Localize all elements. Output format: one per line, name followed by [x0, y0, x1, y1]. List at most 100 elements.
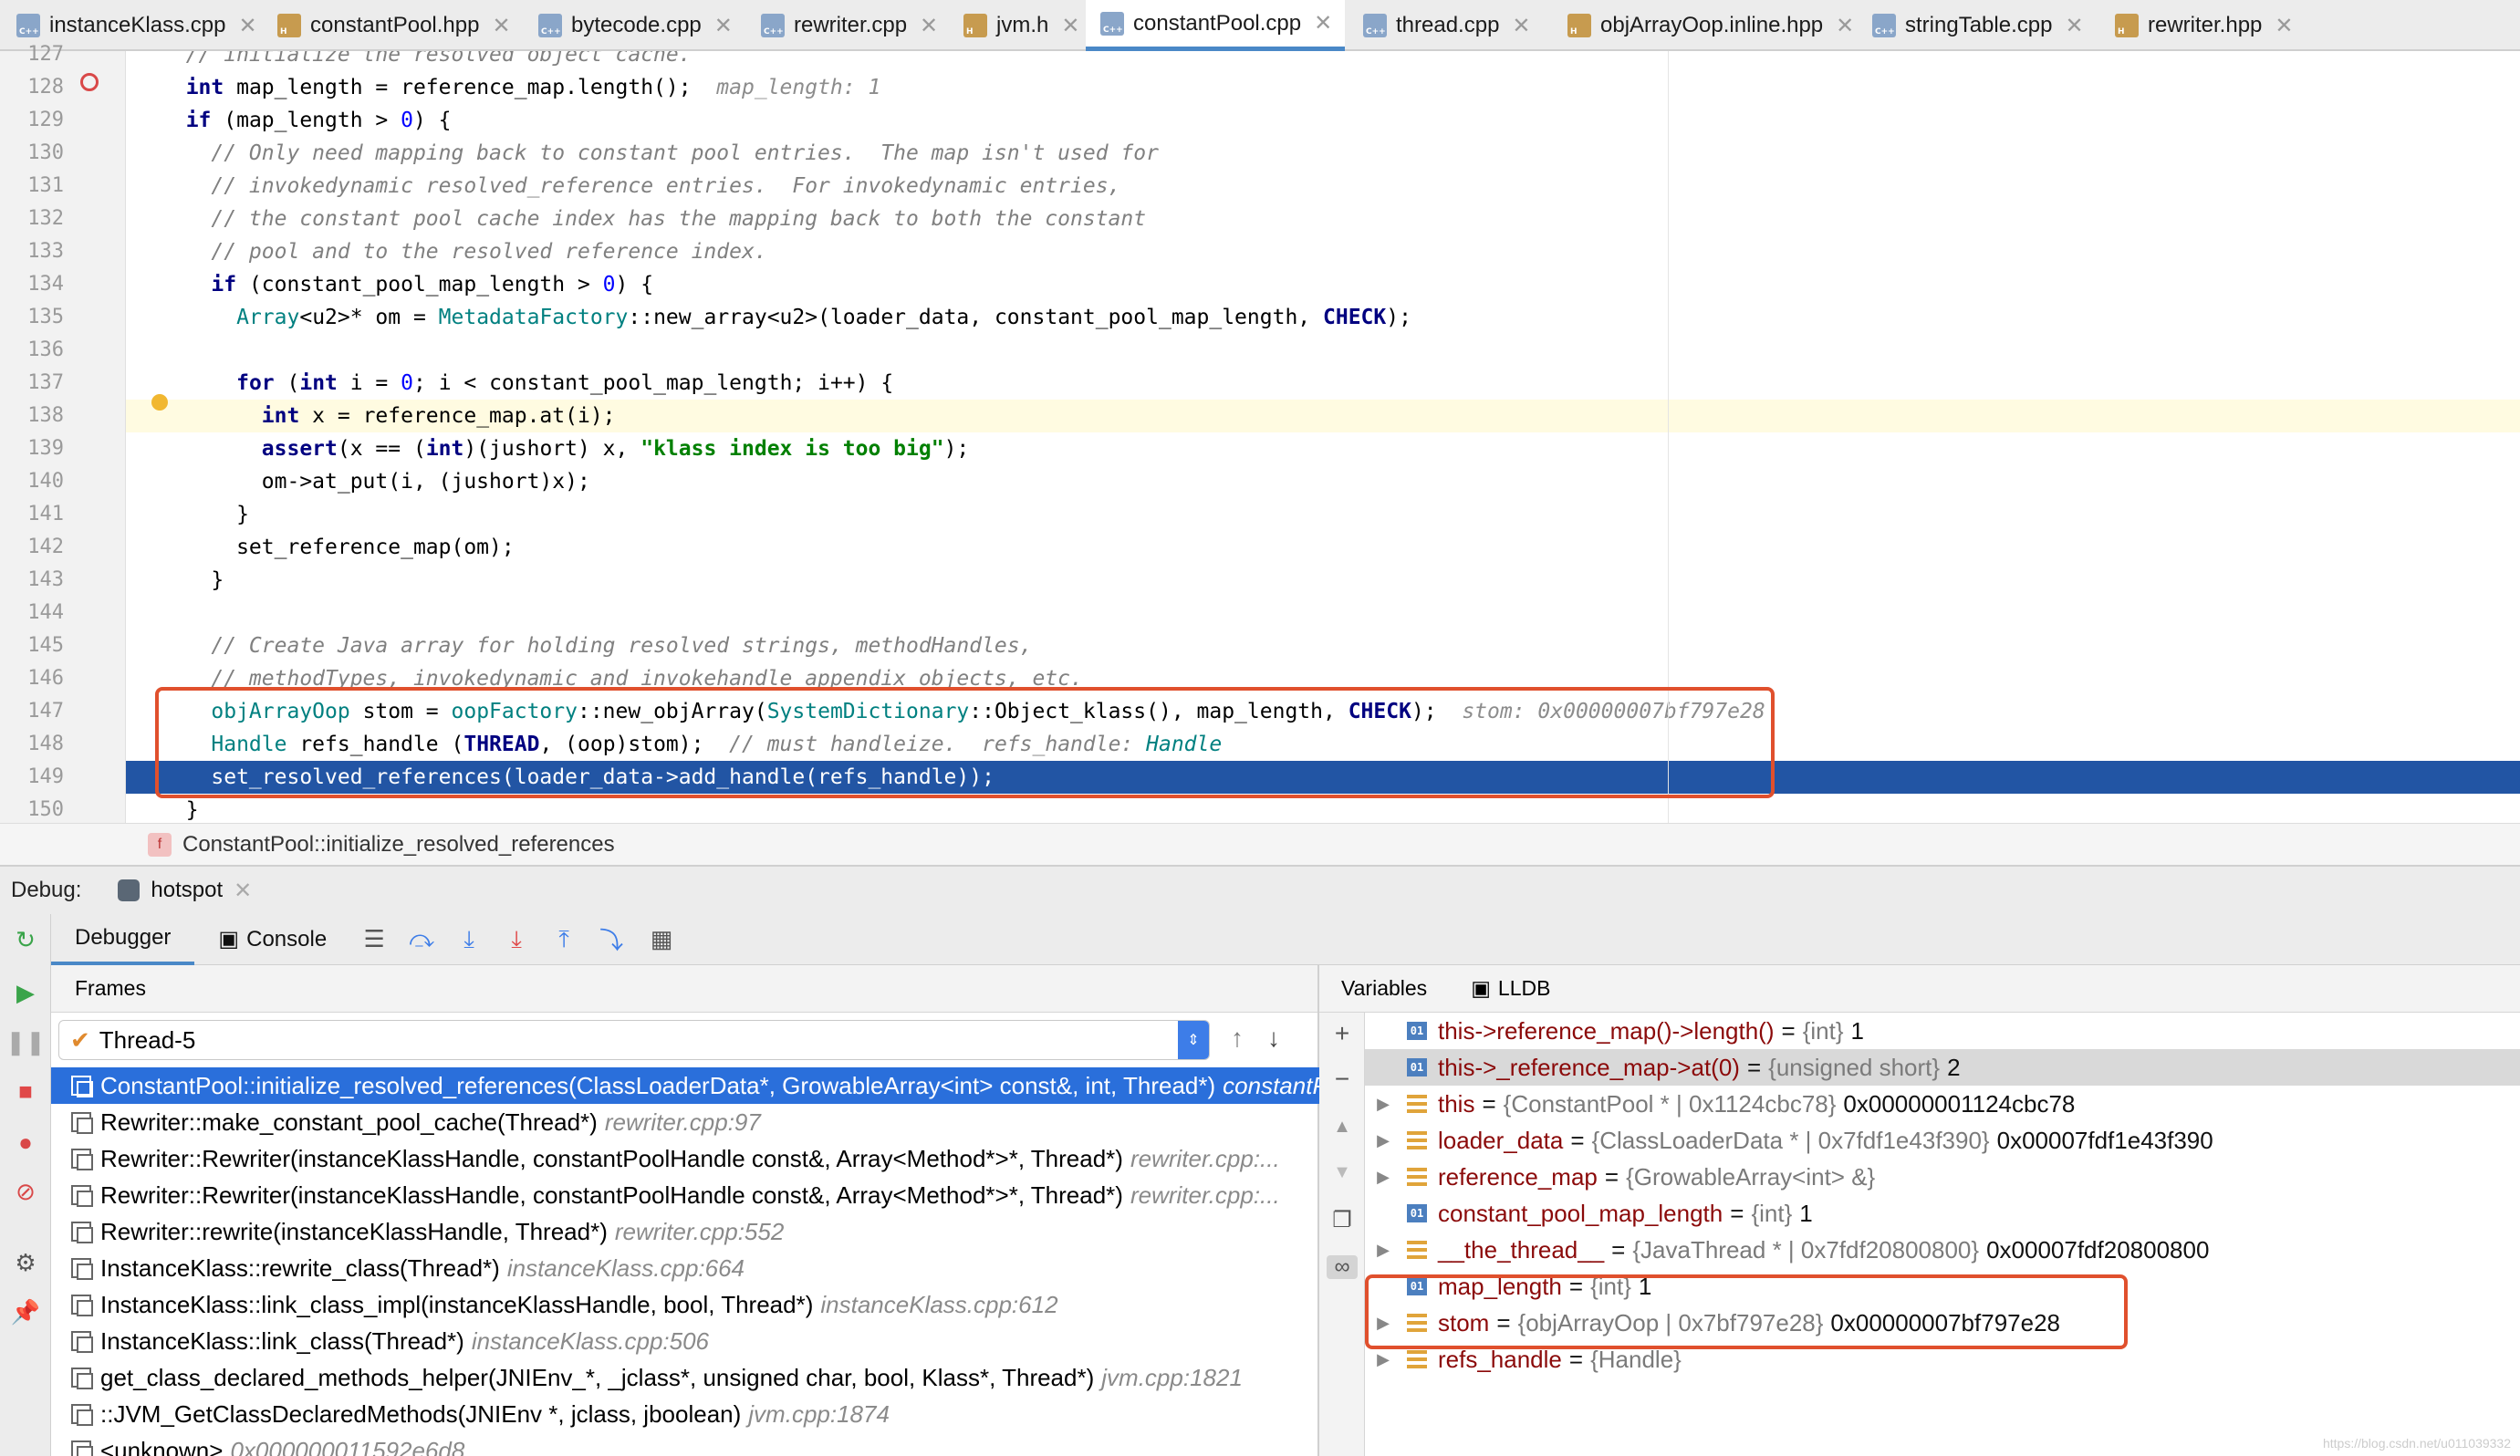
tab-bytecode-cpp[interactable]: C++ bytecode.cpp ✕	[538, 0, 745, 51]
dropdown-arrows-icon[interactable]: ⇕	[1178, 1021, 1209, 1059]
thread-select-value: Thread-5	[99, 1025, 196, 1054]
tab-console[interactable]: ▣ Console	[194, 914, 350, 965]
close-tab-icon[interactable]: ✕	[1836, 13, 1854, 39]
mute-breakpoints-icon[interactable]: ⊘	[13, 1178, 38, 1205]
rerun-icon[interactable]: ↻	[13, 926, 38, 953]
step-over-icon[interactable]: ⤼	[408, 925, 435, 953]
tab-objarrayoop-inline-hpp[interactable]: HobjArrayOop.inline.hpp ✕	[1567, 0, 1867, 51]
stop-icon[interactable]: ■	[13, 1077, 38, 1105]
move-up-icon[interactable]: ▲	[1330, 1115, 1354, 1139]
frame-row[interactable]: ConstantPool::initialize_resolved_refere…	[51, 1067, 1319, 1104]
expand-arrow-icon[interactable]: ▶	[1372, 1095, 1394, 1114]
tab-variables[interactable]: Variables	[1319, 965, 1449, 1013]
code-line[interactable]: if (constant_pool_map_length > 0) {	[126, 268, 2520, 301]
code-line[interactable]	[126, 334, 2520, 367]
variable-row[interactable]: ▶ this = {ConstantPool * | 0x1124cbc78} 0x00…	[1365, 1086, 2520, 1122]
expand-arrow-icon[interactable]: ▶	[1372, 1131, 1394, 1150]
watches-icon[interactable]: ∞	[1327, 1254, 1358, 1279]
expand-arrow-icon[interactable]: ▶	[1372, 1241, 1394, 1260]
resume-icon[interactable]: ▶	[13, 979, 38, 1006]
variable-row[interactable]: ▶ reference_map = {GrowableArray<int> &}	[1365, 1159, 2520, 1195]
code-line[interactable]: // Create Java array for holding resolve…	[126, 629, 2520, 662]
tab-constantpool-cpp[interactable]: C++ constantPool.cpp ✕	[1086, 0, 1346, 51]
primitive-var-icon: 01	[1407, 1204, 1427, 1222]
variable-row[interactable]: ▶ __the_thread__ = {JavaThread * | 0x7fdf20…	[1365, 1232, 2520, 1268]
debug-config-tab[interactable]: hotspot ✕	[118, 878, 252, 904]
code-line[interactable]: }	[126, 498, 2520, 531]
tab-stringtable-cpp[interactable]: C++ stringTable.cpp ✕	[1872, 0, 2097, 51]
tab-jvm-h[interactable]: Hjvm.h ✕	[963, 0, 1092, 51]
frame-row[interactable]: Rewriter::Rewriter(instanceKlassHandle, …	[51, 1140, 1319, 1177]
code-line[interactable]: for (int i = 0; i < constant_pool_map_le…	[126, 367, 2520, 400]
evaluate-expression-icon[interactable]: ▦	[648, 925, 675, 953]
frame-row[interactable]: InstanceKlass::link_class(Thread*) instan…	[51, 1323, 1319, 1359]
frame-row[interactable]: ::JVM_GetClassDeclaredMethods(JNIEnv *, …	[51, 1396, 1319, 1432]
tab-constantpool-hpp[interactable]: HconstantPool.hpp ✕	[277, 0, 524, 51]
code-line[interactable]: assert(x == (int)(jushort) x, "klass ind…	[126, 432, 2520, 465]
code-line[interactable]: }	[126, 564, 2520, 597]
run-to-cursor-icon[interactable]: ⤵	[598, 926, 625, 954]
code-line[interactable]: // Only need mapping back to constant po…	[126, 137, 2520, 170]
tab-debugger[interactable]: Debugger	[51, 914, 195, 965]
breakpoint-icon[interactable]	[80, 73, 99, 91]
close-tab-icon[interactable]: ✕	[1061, 13, 1079, 39]
settings-icon[interactable]: ⚙	[13, 1249, 38, 1276]
view-breakpoints-icon[interactable]: ●	[13, 1128, 38, 1156]
frame-row[interactable]: InstanceKlass::rewrite_class(Thread*) ins…	[51, 1250, 1319, 1286]
previous-frame-icon[interactable]: ↑	[1219, 1024, 1255, 1053]
add-icon[interactable]: +	[1330, 1019, 1354, 1047]
code-line[interactable]: if (map_length > 0) {	[126, 104, 2520, 137]
close-icon[interactable]: ✕	[234, 878, 252, 904]
next-frame-icon[interactable]: ↓	[1255, 1024, 1292, 1053]
frame-row[interactable]: InstanceKlass::link_class_impl(instanceK…	[51, 1286, 1319, 1323]
frame-row[interactable]: Rewriter::Rewriter(instanceKlassHandle, …	[51, 1177, 1319, 1213]
expand-arrow-icon[interactable]: ▶	[1372, 1350, 1394, 1369]
close-tab-icon[interactable]: ✕	[1512, 13, 1530, 39]
frames-panel: Frames ✔ Thread-5 ⇕ ↑ ↓ ConstantPool::in…	[51, 965, 1319, 1456]
code-line[interactable]	[126, 597, 2520, 629]
copy-icon[interactable]: ❐	[1330, 1208, 1354, 1232]
close-tab-icon[interactable]: ✕	[920, 13, 938, 39]
tab-rewriter-cpp[interactable]: C++ rewriter.cpp ✕	[761, 0, 951, 51]
tab-lldb[interactable]: ▣ LLDB	[1449, 965, 1572, 1013]
variable-row[interactable]: 01 constant_pool_map_length = {int} 1	[1365, 1195, 2520, 1232]
expand-arrow-icon[interactable]: ▶	[1372, 1168, 1394, 1187]
frame-row[interactable]: Rewriter::rewrite(instanceKlassHandle, T…	[51, 1213, 1319, 1250]
close-tab-icon[interactable]: ✕	[714, 13, 733, 39]
code-line[interactable]: set_reference_map(om);	[126, 531, 2520, 564]
thread-select[interactable]: ✔ Thread-5 ⇕	[58, 1020, 1210, 1060]
close-tab-icon[interactable]: ✕	[492, 13, 510, 39]
code-line[interactable]: // invokedynamic resolved_reference entr…	[126, 170, 2520, 203]
step-into-icon[interactable]: ⤓	[455, 925, 483, 953]
close-tab-icon[interactable]: ✕	[2275, 13, 2293, 39]
frame-function: InstanceKlass::rewrite_class(Thread*)	[100, 1253, 500, 1282]
tab-label: rewriter.hpp	[2148, 13, 2263, 37]
tab-thread-cpp[interactable]: C++ thread.cpp ✕	[1363, 0, 1544, 51]
show-execution-point-icon[interactable]: ☰	[360, 925, 388, 953]
variable-row[interactable]: ▶ loader_data = {ClassLoaderData * | 0x7fdf…	[1365, 1122, 2520, 1159]
close-tab-icon[interactable]: ✕	[238, 13, 256, 39]
code-line[interactable]: int x = reference_map.at(i);	[126, 400, 2520, 432]
frame-row[interactable]: <unknown> 0x000000011592e6d8	[51, 1432, 1319, 1456]
code-line[interactable]: // initialize the resolved object cache.	[126, 51, 2520, 71]
force-step-into-icon[interactable]: ⤓	[503, 925, 530, 953]
code-line[interactable]: om->at_put(i, (jushort)x);	[126, 465, 2520, 498]
code-line[interactable]: Array<u2>* om = MetadataFactory::new_arr…	[126, 301, 2520, 334]
tab-rewriter-hpp[interactable]: Hrewriter.hpp ✕	[2115, 0, 2307, 51]
variable-row[interactable]: 01 this->reference_map()->length() = {int} 1	[1365, 1013, 2520, 1049]
frame-row[interactable]: get_class_declared_methods_helper(JNIEnv…	[51, 1359, 1319, 1396]
move-down-icon[interactable]: ▼	[1330, 1160, 1354, 1184]
code-line[interactable]: int map_length = reference_map.length();…	[126, 71, 2520, 104]
remove-icon[interactable]: −	[1330, 1065, 1354, 1093]
pin-icon[interactable]: 📌	[11, 1298, 40, 1326]
close-tab-icon[interactable]: ✕	[2065, 13, 2083, 39]
lightbulb-icon[interactable]	[151, 394, 168, 411]
breadcrumb-label[interactable]: ConstantPool::initialize_resolved_refere…	[182, 832, 615, 858]
step-out-icon[interactable]: ⤒	[550, 925, 578, 953]
code-line[interactable]: // the constant pool cache index has the…	[126, 203, 2520, 235]
frame-row[interactable]: Rewriter::make_constant_pool_cache(Threa…	[51, 1104, 1319, 1140]
pause-icon[interactable]: ❚❚	[5, 1028, 46, 1056]
close-tab-icon[interactable]: ✕	[1314, 10, 1332, 36]
variable-row[interactable]: 01 this->_reference_map->at(0) = {unsigned …	[1365, 1049, 2520, 1086]
code-line[interactable]: // pool and to the resolved reference in…	[126, 235, 2520, 268]
